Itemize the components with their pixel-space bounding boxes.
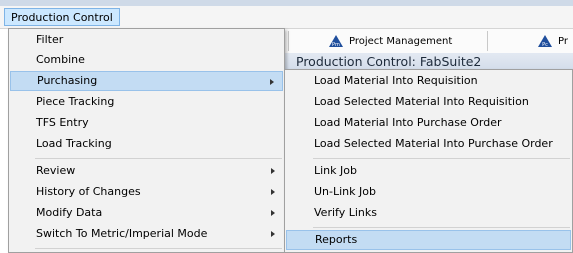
- submenu-item-load-material-requisition[interactable]: Load Material Into Requisition: [286, 71, 571, 91]
- menu-item-label: Purchasing: [37, 74, 98, 87]
- menu-separator: [35, 248, 282, 249]
- submenu-item-verify-links[interactable]: Verify Links: [286, 203, 571, 223]
- menu-item-label: Review: [36, 164, 76, 177]
- menu-item-purchasing[interactable]: Purchasing: [10, 71, 283, 91]
- menu-separator: [313, 158, 570, 159]
- svg-text:Pm: Pm: [332, 42, 340, 48]
- background-toolbar: Pm Project Management Pc Pr: [284, 29, 573, 54]
- submenu-item-reports[interactable]: Reports: [286, 230, 571, 250]
- menu-item-label: Switch To Metric/Imperial Mode: [36, 227, 208, 240]
- menu-item-label: Modify Data: [36, 206, 103, 219]
- submenu-item-unlink-job[interactable]: Un-Link Job: [286, 182, 571, 202]
- pc-triangle-icon: Pc: [538, 35, 552, 48]
- menu-separator: [35, 158, 282, 159]
- menu-item-piece-tracking[interactable]: Piece Tracking: [10, 92, 283, 112]
- menu-item-filter[interactable]: Filter: [10, 30, 283, 50]
- menu-item-load-tracking[interactable]: Load Tracking: [10, 134, 283, 154]
- submenu-item-load-selected-material-requisition[interactable]: Load Selected Material Into Requisition: [286, 92, 571, 112]
- toolbar-separator: [487, 31, 488, 51]
- svg-text:Pc: Pc: [542, 42, 548, 48]
- submenu-arrow-icon: [270, 79, 274, 85]
- pm-triangle-icon: Pm: [329, 35, 343, 48]
- pc-button-label: Pr: [558, 35, 568, 47]
- submenu-arrow-icon: [271, 231, 275, 237]
- menu-item-combine[interactable]: Combine: [10, 50, 283, 70]
- submenu-arrow-icon: [271, 189, 275, 195]
- submenu-item-load-material-purchase-order[interactable]: Load Material Into Purchase Order: [286, 113, 571, 133]
- menu-bar: Production Control: [0, 6, 573, 29]
- project-management-label: Project Management: [349, 35, 453, 47]
- production-control-menu: Filter Combine Purchasing Piece Tracking…: [8, 28, 285, 253]
- menu-item-label: History of Changes: [36, 185, 141, 198]
- menu-production-control[interactable]: Production Control: [4, 8, 120, 26]
- purchasing-submenu: Load Material Into Requisition Load Sele…: [284, 69, 573, 253]
- submenu-arrow-icon: [271, 210, 275, 216]
- toolbar-separator: [288, 31, 289, 51]
- submenu-arrow-icon: [271, 168, 275, 174]
- menu-item-modify-data[interactable]: Modify Data: [10, 203, 283, 223]
- submenu-item-link-job[interactable]: Link Job: [286, 161, 571, 181]
- menu-item-switch-metric-imperial[interactable]: Switch To Metric/Imperial Mode: [10, 224, 283, 244]
- pc-button[interactable]: Pc Pr: [537, 29, 568, 53]
- menu-separator: [313, 227, 570, 228]
- menu-item-tfs-entry[interactable]: TFS Entry: [10, 113, 283, 133]
- menu-item-history-of-changes[interactable]: History of Changes: [10, 182, 283, 202]
- submenu-item-load-selected-material-purchase-order[interactable]: Load Selected Material Into Purchase Ord…: [286, 134, 571, 154]
- project-management-button[interactable]: Pm Project Management: [328, 29, 452, 53]
- menu-item-review[interactable]: Review: [10, 161, 283, 181]
